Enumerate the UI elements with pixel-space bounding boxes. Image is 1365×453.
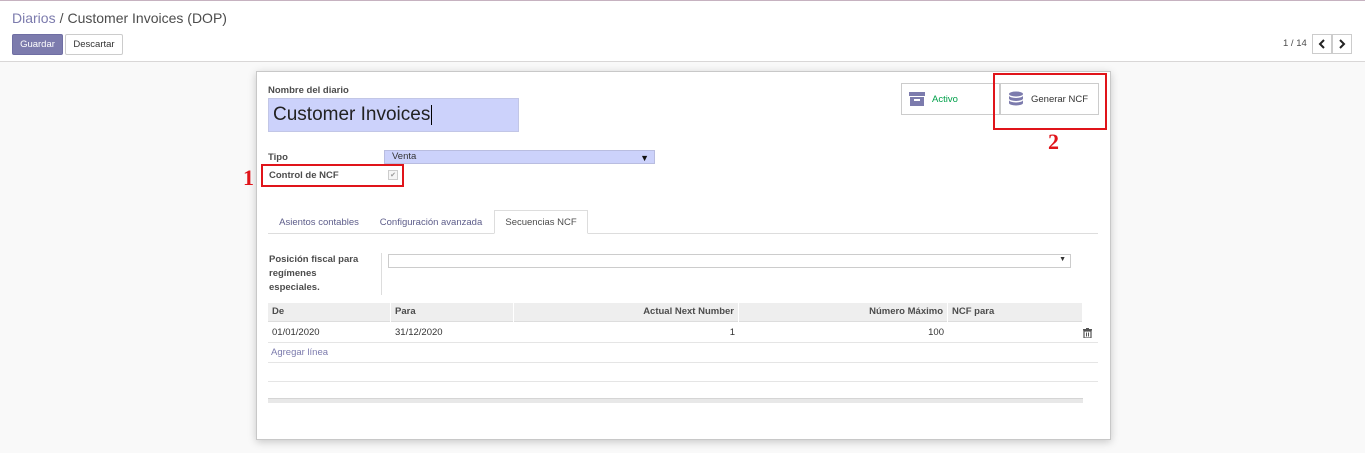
chevron-left-icon [1318,39,1325,49]
type-label: Tipo [268,152,288,163]
cell-next-number[interactable]: 1 [514,323,739,343]
cell-de[interactable]: 01/01/2020 [268,323,391,343]
column-header-ncf-para[interactable]: NCF para [948,303,1083,322]
table-row[interactable]: 01/01/2020 31/12/2020 1 100 [268,323,1098,343]
column-header-para[interactable]: Para [391,303,514,322]
column-header-de[interactable]: De [268,303,391,322]
text-caret [431,104,433,125]
table-separator [268,362,1098,363]
column-header-max-number[interactable]: Número Máximo [739,303,948,322]
delete-row-button[interactable] [1083,323,1098,343]
fiscal-position-select[interactable]: ▼ [388,254,1071,268]
annotation-box-1 [261,164,404,187]
pager-previous-button[interactable] [1312,34,1332,54]
cell-para[interactable]: 31/12/2020 [391,323,514,343]
annotation-box-2 [993,73,1107,130]
annotation-marker-1: 1 [243,165,254,190]
tab-configuracion-avanzada[interactable]: Configuración avanzada [370,210,492,234]
breadcrumb-current: Customer Invoices (DOP) [67,10,227,26]
tab-asientos-contables[interactable]: Asientos contables [268,210,370,234]
cell-max-number[interactable]: 100 [739,323,948,343]
caret-down-icon: ▼ [640,153,649,163]
discard-button[interactable]: Descartar [65,34,123,55]
form-sheet: Nombre del diario Customer Invoices Acti… [243,71,1111,440]
add-line-link[interactable]: Agregar línea [271,347,328,358]
journal-name-label: Nombre del diario [268,85,349,96]
chevron-right-icon [1339,39,1346,49]
type-select-value: Venta [392,151,417,162]
save-button[interactable]: Guardar [12,34,63,55]
notebook-tabs: Asientos contables Configuración avanzad… [268,210,1098,234]
type-select[interactable]: Venta ▼ [384,150,655,164]
active-label: Activo [932,93,958,105]
breadcrumb: Diarios / Customer Invoices (DOP) [12,10,227,26]
journal-name-input[interactable]: Customer Invoices [268,98,519,132]
active-toggle-button[interactable]: Activo [901,83,1000,115]
pager-counter[interactable]: 1 / 14 [1283,38,1307,49]
annotation-marker-2: 2 [1048,129,1059,154]
cell-ncf-para[interactable] [948,323,1083,343]
column-header-next-number[interactable]: Actual Next Number [514,303,739,322]
control-panel: Diarios / Customer Invoices (DOP) Guardar … [0,1,1365,62]
pager-next-button[interactable] [1332,34,1352,54]
table-separator [268,381,1098,382]
archive-icon [909,92,925,106]
trash-icon [1083,328,1092,339]
label-divider [381,253,382,295]
table-header: De Para Actual Next Number Número Máximo… [268,303,1083,322]
breadcrumb-separator: / [59,10,64,26]
journal-name-value: Customer Invoices [273,104,431,125]
breadcrumb-parent-link[interactable]: Diarios [12,10,56,26]
fiscal-position-label: Posición fiscal para regímenes especiale… [269,254,359,293]
tab-secuencias-ncf[interactable]: Secuencias NCF [494,210,588,234]
caret-down-icon: ▼ [1059,256,1066,263]
horizontal-scrollbar[interactable] [268,398,1083,403]
